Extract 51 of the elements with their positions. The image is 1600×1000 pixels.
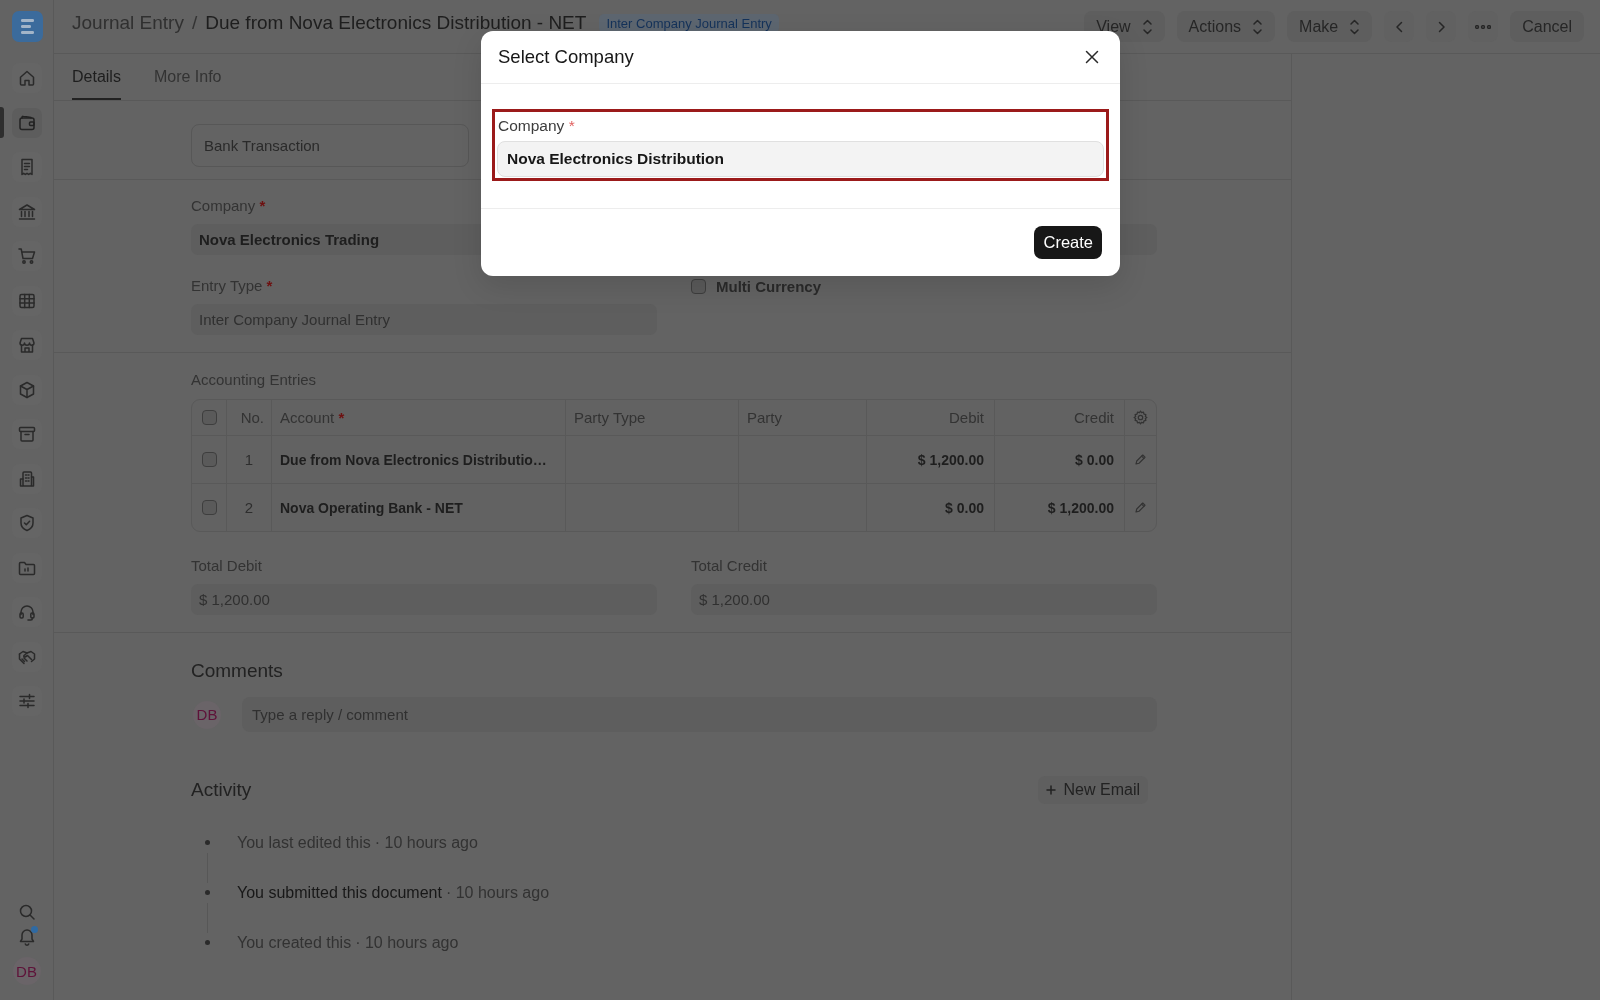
section-heading: Comments [191,659,284,683]
text-button[interactable]: Cancel [1510,11,1584,42]
chevron-up-down-icon [1349,18,1361,35]
new-email-button[interactable]: New Email [1037,776,1148,804]
company-field[interactable]: Nova Electronics Distribution [497,141,1104,177]
table-cell: Due from Nova Electronics Distributio… [272,436,566,483]
chevron-up-down-icon [1141,18,1153,35]
checkbox[interactable] [201,410,217,425]
pencil-icon[interactable] [1133,500,1148,515]
headset-icon [17,602,37,622]
checkbox[interactable] [201,500,217,515]
chevron-left-icon [1394,20,1404,33]
table-cell: $ 1,200.00 [867,436,995,483]
dialog-title: Select Company [498,46,634,68]
gear-icon[interactable] [1132,409,1149,426]
cube-icon [17,379,37,400]
pencil-icon[interactable] [1133,452,1148,467]
sidebar-item[interactable] [12,107,42,138]
dropdown-button[interactable]: Actions [1176,11,1276,42]
table-cell: $ 1,200.00 [995,484,1125,531]
timeline-dot-icon [204,940,210,945]
shield-check-icon [17,513,37,533]
plus-icon [1045,785,1056,795]
chevron-right-icon [1436,20,1446,33]
home-icon [17,68,37,88]
ellipsis-icon [1475,24,1492,29]
dropdown-button[interactable]: Make [1287,11,1373,42]
checkbox[interactable] [201,452,217,467]
field-label: Company * [497,116,576,136]
chevron-up-down-icon [1252,18,1264,35]
document-title: Due from Nova Electronics Distribution - NET [205,12,587,34]
select-field[interactable]: Bank Transaction [191,124,469,167]
user-avatar[interactable]: DB [12,957,41,985]
section-heading: Activity [191,778,252,802]
building-icon [17,468,37,489]
breadcrumb-separator: / [191,12,198,34]
cart-icon [17,246,37,266]
timeline-dot-icon [204,890,210,895]
timeline-dot-icon [204,840,210,845]
table-cell: $ 0.00 [867,484,995,531]
table-cell: Nova Operating Bank - NET [272,484,566,531]
logo-icon[interactable] [12,11,43,42]
create-button[interactable]: Create [1034,226,1102,259]
table-cell: $ 0.00 [995,436,1125,483]
bank-icon [17,201,37,222]
sliders-icon [17,691,37,711]
archive-icon [17,424,37,444]
user-avatar: DB [193,700,221,729]
store-icon [17,335,37,355]
close-icon[interactable] [1085,50,1099,64]
checkbox[interactable] [691,278,706,294]
